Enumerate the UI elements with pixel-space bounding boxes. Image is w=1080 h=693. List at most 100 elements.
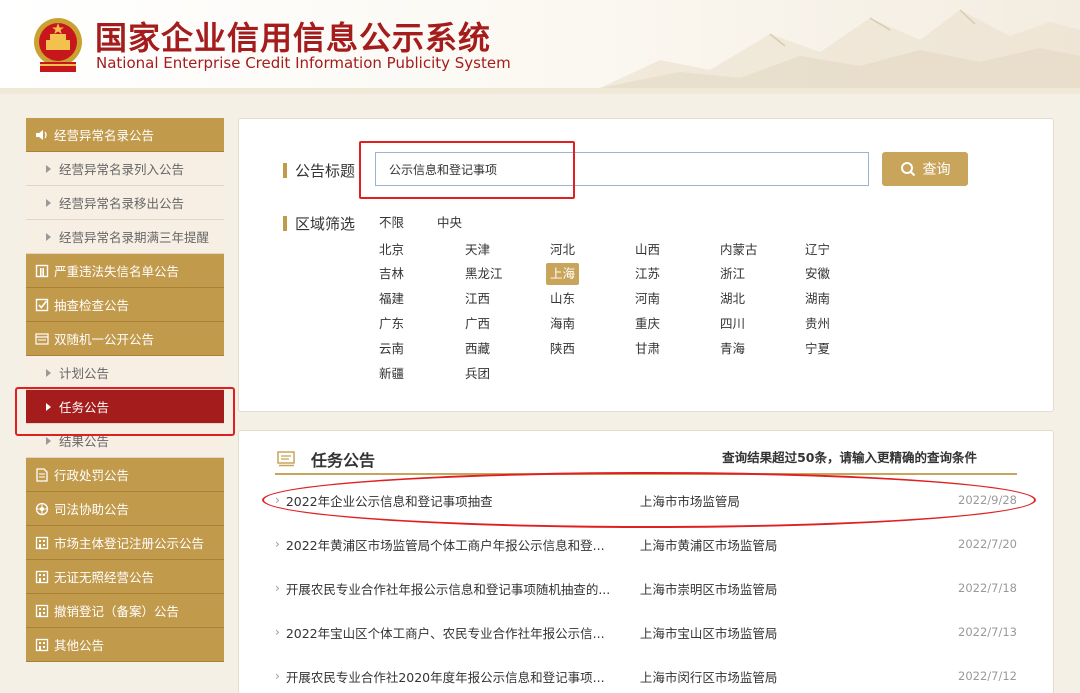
results-hint: 查询结果超过50条，请输入更精确的查询条件	[722, 450, 977, 465]
region-option[interactable]: 宁夏	[801, 338, 834, 360]
result-row[interactable]: › 2022年宝山区个体工商户、农民专业合作社年报公示信... 上海市宝山区市场…	[275, 615, 1017, 649]
chevron-right-icon: ›	[275, 669, 280, 683]
result-row[interactable]: › 开展农民专业合作社年报公示信息和登记事项随机抽查的... 上海市崇明区市场监…	[275, 571, 1017, 605]
region-option[interactable]: 甘肃	[631, 338, 664, 360]
title-filter-label: 公告标题	[283, 160, 355, 181]
region-option[interactable]: 山东	[546, 288, 579, 310]
sidebar-item-label: 抽查检查公告	[54, 298, 130, 313]
sidebar-item-other[interactable]: 其他公告	[26, 628, 224, 662]
result-title[interactable]: 开展农民专业合作社年报公示信息和登记事项随机抽查的...	[286, 579, 640, 598]
region-option[interactable]: 浙江	[716, 263, 749, 285]
sidebar-item-serious-violation[interactable]: 严重违法失信名单公告	[26, 254, 224, 288]
result-title[interactable]: 2022年黄浦区市场监管局个体工商户年报公示信息和登...	[286, 535, 640, 554]
region-option[interactable]: 西藏	[461, 338, 494, 360]
result-title[interactable]: 开展农民专业合作社2020年度年报公示信息和登记事项...	[286, 667, 640, 686]
search-icon	[900, 162, 915, 177]
result-org: 上海市宝山区市场监管局	[639, 625, 778, 641]
sidebar-item-label: 双随机一公开公告	[54, 332, 155, 347]
gear-icon	[34, 501, 49, 516]
sidebar-item-registration[interactable]: 市场主体登记注册公示公告	[26, 526, 224, 560]
checkbox-icon	[34, 297, 49, 312]
region-option[interactable]: 海南	[546, 313, 579, 335]
chevron-right-icon: ›	[275, 625, 280, 639]
result-title[interactable]: 2022年宝山区个体工商户、农民专业合作社年报公示信...	[286, 623, 640, 642]
annotation-box-search	[359, 141, 575, 199]
sidebar-item-label: 经营异常名录列入公告	[59, 162, 185, 177]
region-option[interactable]: 河北	[546, 239, 579, 261]
national-emblem-icon	[34, 18, 82, 72]
site-header: 国家企业信用信息公示系统 National Enterprise Credit …	[0, 0, 1080, 88]
result-row[interactable]: › 开展农民专业合作社2020年度年报公示信息和登记事项... 上海市闵行区市场…	[275, 659, 1017, 693]
annotation-ellipse-result	[262, 472, 1036, 528]
sidebar-item-abnormal-in[interactable]: 经营异常名录列入公告	[26, 152, 224, 186]
region-option[interactable]: 广西	[461, 313, 494, 335]
region-option[interactable]: 天津	[461, 239, 494, 261]
region-option[interactable]: 内蒙古	[716, 239, 762, 261]
sidebar-item-label: 无证无照经营公告	[54, 570, 155, 585]
sidebar-item-label: 市场主体登记注册公示公告	[54, 536, 205, 551]
triangle-right-icon	[46, 198, 51, 207]
building-icon	[34, 603, 49, 618]
result-row[interactable]: › 2022年黄浦区市场监管局个体工商户年报公示信息和登... 上海市黄浦区市场…	[275, 527, 1017, 561]
chevron-right-icon: ›	[275, 581, 280, 595]
sidebar-item-plan[interactable]: 计划公告	[26, 356, 224, 390]
banner-icon	[34, 263, 49, 278]
search-button[interactable]: 查询	[882, 152, 968, 186]
region-option[interactable]: 重庆	[631, 313, 664, 335]
region-option[interactable]: 兵团	[461, 363, 494, 385]
annotation-box-sidebar	[15, 387, 235, 436]
sidebar-item-spot-check[interactable]: 抽查检查公告	[26, 288, 224, 322]
region-option[interactable]: 四川	[716, 313, 749, 335]
result-org: 上海市崇明区市场监管局	[639, 581, 778, 597]
region-option[interactable]: 不限	[375, 212, 408, 234]
sidebar-item-penalty[interactable]: 行政处罚公告	[26, 458, 224, 492]
region-option[interactable]: 江西	[461, 288, 494, 310]
search-button-label: 查询	[922, 162, 951, 178]
region-option[interactable]: 陕西	[546, 338, 579, 360]
result-date: 2022/7/18	[958, 581, 1017, 595]
region-option[interactable]: 辽宁	[801, 239, 834, 261]
region-option[interactable]: 吉林	[375, 263, 408, 285]
sidebar-item-abnormal-3yr[interactable]: 经营异常名录期满三年提醒	[26, 220, 224, 254]
region-option[interactable]: 河南	[631, 288, 664, 310]
building-icon	[34, 569, 49, 584]
sidebar-item-label: 其他公告	[54, 638, 105, 653]
region-option[interactable]: 江苏	[631, 263, 664, 285]
sidebar-item-abnormal-list[interactable]: 经营异常名录公告	[26, 118, 224, 152]
region-option[interactable]: 北京	[375, 239, 408, 261]
window-icon	[34, 331, 49, 346]
sidebar-item-double-random[interactable]: 双随机一公开公告	[26, 322, 224, 356]
sidebar-item-label: 计划公告	[59, 366, 110, 381]
triangle-right-icon	[46, 436, 51, 445]
region-option[interactable]: 湖北	[716, 288, 749, 310]
region-option[interactable]: 新疆	[375, 363, 408, 385]
triangle-right-icon	[46, 232, 51, 241]
region-option[interactable]: 中央	[433, 212, 466, 234]
region-option[interactable]: 山西	[631, 239, 664, 261]
mountain-decoration	[600, 9, 1080, 88]
region-option[interactable]: 青海	[716, 338, 749, 360]
results-title: 任务公告	[311, 451, 376, 470]
result-org: 上海市闵行区市场监管局	[639, 669, 778, 685]
sidebar-item-label: 经营异常名录公告	[54, 128, 155, 143]
sidebar-item-unlicensed[interactable]: 无证无照经营公告	[26, 560, 224, 594]
region-option[interactable]: 黑龙江	[461, 263, 507, 285]
result-date: 2022/7/13	[958, 625, 1017, 639]
region-option[interactable]: 安徽	[801, 263, 834, 285]
speaker-icon	[34, 127, 49, 142]
triangle-right-icon	[46, 164, 51, 173]
region-option[interactable]: 广东	[375, 313, 408, 335]
region-option-selected[interactable]: 上海	[546, 263, 580, 285]
sidebar-item-abnormal-out[interactable]: 经营异常名录移出公告	[26, 186, 224, 220]
result-date: 2022/7/12	[958, 669, 1017, 683]
building-icon	[34, 637, 49, 652]
region-filter-label: 区域筛选	[283, 213, 355, 234]
region-option[interactable]: 云南	[375, 338, 408, 360]
region-option[interactable]: 湖南	[801, 288, 834, 310]
sidebar-item-judicial[interactable]: 司法协助公告	[26, 492, 224, 526]
result-org: 上海市黄浦区市场监管局	[639, 537, 778, 553]
region-option[interactable]: 福建	[375, 288, 408, 310]
sidebar-item-label: 严重违法失信名单公告	[54, 264, 180, 279]
region-option[interactable]: 贵州	[801, 313, 834, 335]
sidebar-item-revocation[interactable]: 撤销登记（备案）公告	[26, 594, 224, 628]
